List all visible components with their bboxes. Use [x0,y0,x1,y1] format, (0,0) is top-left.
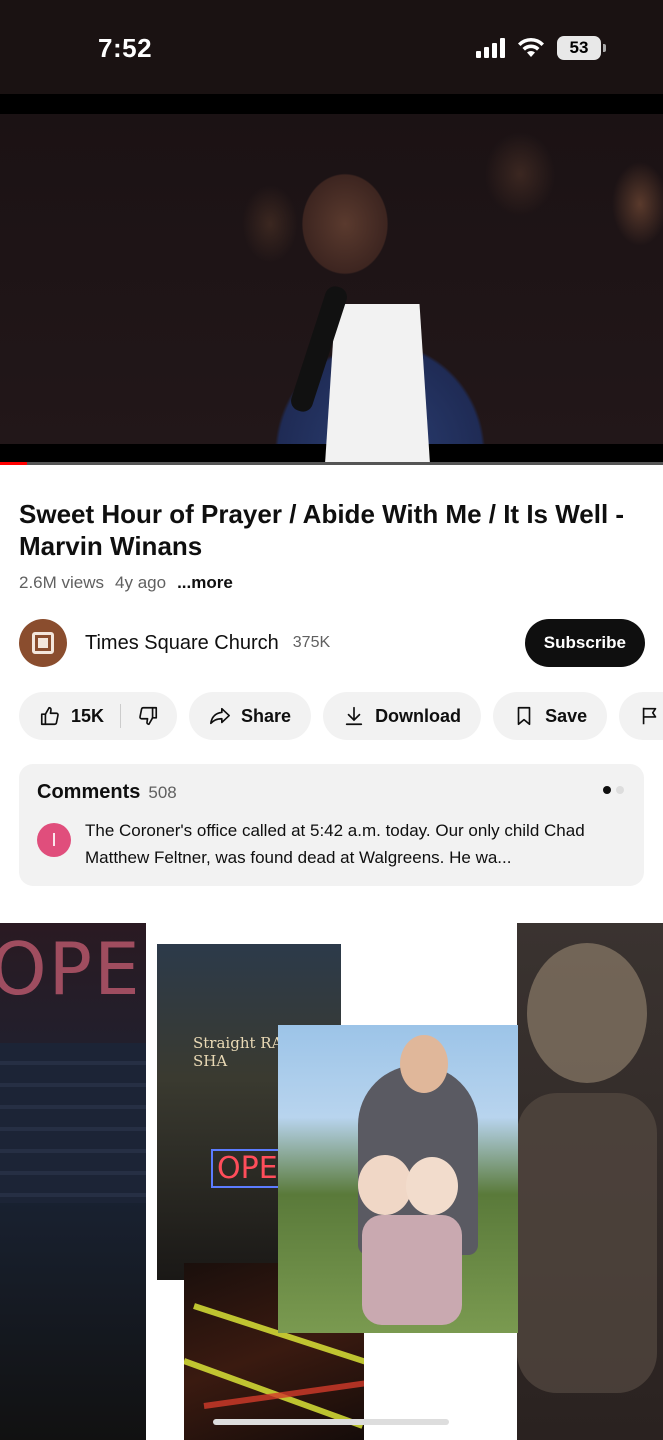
subscribe-button[interactable]: Subscribe [524,619,645,667]
comments-header: Comments 508 [37,781,177,804]
battery-icon: 53 [557,36,606,60]
download-button[interactable]: Download [323,692,482,740]
video-meta[interactable]: 2.6M views 4y ago ...more [19,573,233,593]
thumbs-down-icon[interactable] [137,705,159,727]
save-button[interactable]: Save [493,692,608,740]
report-button[interactable]: R [619,692,663,740]
wifi-icon [518,37,544,57]
more-link[interactable]: ...more [177,573,233,593]
blurred-family-photo [517,923,663,1440]
status-time: 7:52 [98,33,153,63]
status-icons: 53 [476,36,606,60]
download-icon [345,706,363,726]
download-label: Download [375,705,462,726]
comments-title: Comments [37,781,141,803]
neon-open-small-text: OPE [211,1149,284,1188]
father-and-children-photo [278,1025,518,1333]
status-bar: 7:52 53 [0,0,663,94]
ad-collage[interactable]: OPE Straight RAZOR SHA OPE [0,923,663,1440]
like-count[interactable]: 15K [71,706,104,727]
neon-open-text: OPE [0,927,142,1011]
top-comment-text: The Coroner's office called at 5:42 a.m.… [85,821,585,867]
view-count: 2.6M views [19,573,105,592]
cellular-signal-icon [476,38,505,58]
carousel-dots [603,786,624,794]
video-progress-bar[interactable] [0,462,663,465]
like-divider [120,704,122,728]
upload-age: 4y ago [115,573,167,592]
channel-avatar[interactable] [19,619,67,667]
video-progress-fill [0,462,27,465]
commenter-avatar: I [37,823,71,857]
neon-sign-photo: OPE [0,923,146,1440]
subscriber-count: 375K [292,634,331,651]
home-indicator[interactable] [213,1419,449,1425]
video-frame [0,114,663,464]
video-player[interactable] [0,94,663,465]
channel-row: Times Square Church 375K Subscribe [19,618,645,668]
share-label: Share [241,705,292,726]
thumbs-up-icon[interactable] [39,705,61,727]
channel-name[interactable]: Times Square Church [85,632,279,655]
save-label: Save [545,705,588,726]
comments-card[interactable]: Comments 508 I The Coroner's office call… [19,764,644,886]
action-bar: 15K Share Download Save [19,692,663,740]
share-icon [210,707,231,725]
comments-count: 508 [148,783,177,802]
share-button[interactable]: Share [189,692,312,740]
video-title[interactable]: Sweet Hour of Prayer / Abide With Me / I… [19,498,644,562]
flag-icon [642,707,657,725]
like-dislike-pill: 15K [19,692,178,740]
bookmark-icon [517,706,531,726]
